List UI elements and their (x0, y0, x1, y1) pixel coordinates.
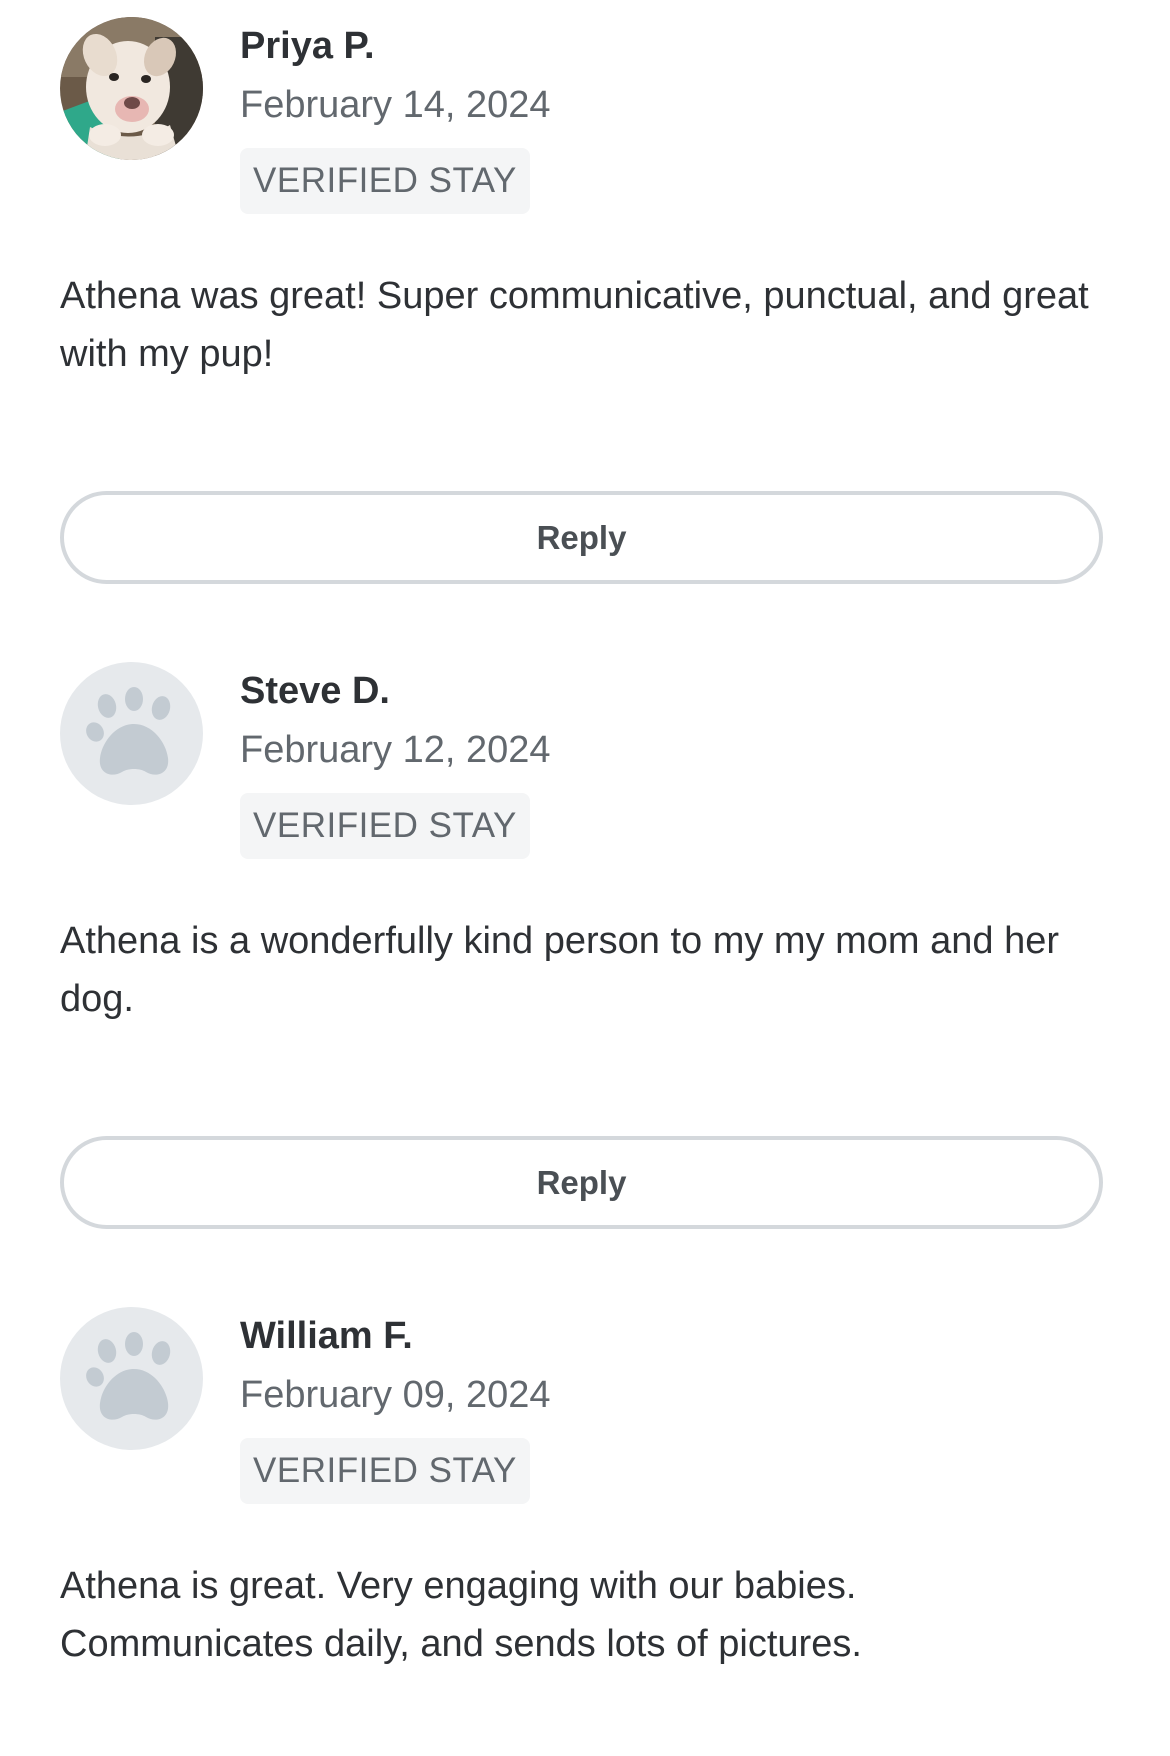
review-date: February 12, 2024 (240, 729, 551, 771)
reviewer-name: Steve D. (240, 670, 390, 712)
reviewer-name: Priya P. (240, 25, 375, 67)
review-date: February 14, 2024 (240, 84, 551, 126)
reply-button[interactable]: Reply (60, 491, 1103, 584)
review-date: February 09, 2024 (240, 1374, 551, 1416)
avatar[interactable] (60, 662, 203, 805)
reply-button[interactable]: Reply (60, 1136, 1103, 1229)
reviewer-name: William F. (240, 1315, 413, 1357)
paw-icon (86, 1332, 171, 1420)
avatar[interactable] (60, 17, 203, 160)
verified-stay-badge: VERIFIED STAY (240, 1438, 530, 1504)
review-text: Athena is a wonderfully kind person to m… (60, 920, 1060, 1020)
review-text: Athena is great. Very engaging with our … (60, 1565, 862, 1665)
avatar[interactable] (60, 1307, 203, 1450)
verified-stay-badge: VERIFIED STAY (240, 793, 530, 859)
paw-icon (86, 687, 171, 775)
verified-stay-badge: VERIFIED STAY (240, 148, 530, 214)
dog-photo-avatar (60, 17, 203, 160)
review-text: Athena was great! Super communicative, p… (60, 275, 1089, 375)
